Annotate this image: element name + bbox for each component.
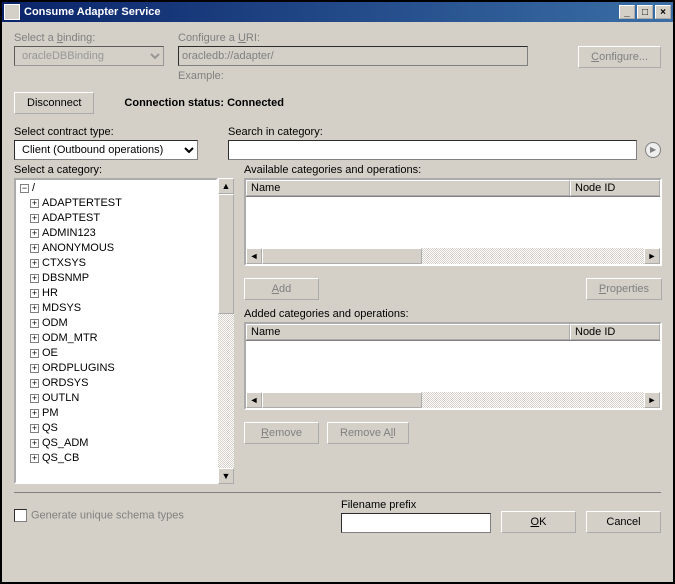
expand-icon[interactable]: +	[30, 304, 39, 313]
filename-input[interactable]	[341, 513, 491, 533]
expand-icon[interactable]: +	[30, 439, 39, 448]
expand-icon[interactable]: +	[30, 229, 39, 238]
configure-button[interactable]: Configure...	[578, 46, 661, 68]
tree-item[interactable]: +MDSYS	[30, 301, 216, 316]
expand-icon[interactable]: +	[30, 214, 39, 223]
added-col-name[interactable]: Name	[246, 324, 570, 340]
tree-item[interactable]: +OE	[30, 346, 216, 361]
expand-icon[interactable]: +	[30, 334, 39, 343]
tree-item[interactable]: +ORDPLUGINS	[30, 361, 216, 376]
expand-icon[interactable]: +	[30, 454, 39, 463]
schema-checkbox-label[interactable]: Generate unique schema types	[14, 509, 184, 522]
category-tree[interactable]: − / +ADAPTERTEST+ADAPTEST+ADMIN123+ANONY…	[14, 178, 218, 484]
remove-all-button[interactable]: Remove All	[327, 422, 409, 444]
collapse-icon[interactable]: −	[20, 184, 29, 193]
tree-item[interactable]: +ANONYMOUS	[30, 241, 216, 256]
tree-item[interactable]: +OUTLN	[30, 391, 216, 406]
uri-label: Configure a URI:	[178, 32, 564, 44]
contract-label: Select contract type:	[14, 126, 198, 138]
window-title: Consume Adapter Service	[24, 6, 617, 18]
example-label: Example:	[178, 70, 564, 82]
added-hscroll[interactable]: ◄ ►	[246, 392, 660, 408]
expand-icon[interactable]: +	[30, 244, 39, 253]
expand-icon[interactable]: +	[30, 289, 39, 298]
schema-checkbox[interactable]	[14, 509, 27, 522]
tree-item[interactable]: +ADMIN123	[30, 226, 216, 241]
expand-icon[interactable]: +	[30, 424, 39, 433]
tree-item[interactable]: +ODM	[30, 316, 216, 331]
disconnect-button[interactable]: Disconnect	[14, 92, 94, 114]
maximize-button[interactable]: □	[637, 5, 653, 19]
binding-select[interactable]: oracleDBBinding	[14, 46, 164, 66]
binding-label: Select a binding:	[14, 32, 164, 44]
remove-button[interactable]: Remove	[244, 422, 319, 444]
expand-icon[interactable]: +	[30, 379, 39, 388]
properties-button[interactable]: Properties	[586, 278, 662, 300]
tree-item[interactable]: +CTXSYS	[30, 256, 216, 271]
tree-root[interactable]: /	[32, 182, 35, 194]
added-col-id[interactable]: Node ID	[570, 324, 660, 340]
expand-icon[interactable]: +	[30, 274, 39, 283]
uri-input[interactable]	[178, 46, 528, 66]
added-list[interactable]: Name Node ID ◄ ►	[244, 322, 662, 410]
expand-icon[interactable]: +	[30, 364, 39, 373]
search-go-icon[interactable]	[645, 142, 661, 158]
available-list[interactable]: Name Node ID ◄ ►	[244, 178, 662, 266]
scroll-right-icon[interactable]: ►	[644, 392, 660, 408]
expand-icon[interactable]: +	[30, 259, 39, 268]
tree-item[interactable]: +QS_ADM	[30, 436, 216, 451]
search-input[interactable]	[228, 140, 637, 160]
contract-select[interactable]: Client (Outbound operations)	[14, 140, 198, 160]
expand-icon[interactable]: +	[30, 394, 39, 403]
minimize-button[interactable]: _	[619, 5, 635, 19]
available-col-name[interactable]: Name	[246, 180, 570, 196]
tree-vscroll[interactable]: ▲ ▼	[218, 178, 234, 484]
scroll-left-icon[interactable]: ◄	[246, 248, 262, 264]
expand-icon[interactable]: +	[30, 349, 39, 358]
category-label: Select a category:	[14, 164, 234, 176]
expand-icon[interactable]: +	[30, 319, 39, 328]
tree-item[interactable]: +ADAPTEST	[30, 211, 216, 226]
connection-status: Connection status: Connected	[124, 97, 284, 109]
tree-item[interactable]: +ADAPTERTEST	[30, 196, 216, 211]
scroll-down-icon[interactable]: ▼	[218, 468, 234, 484]
ok-button[interactable]: OK	[501, 511, 576, 533]
cancel-button[interactable]: Cancel	[586, 511, 661, 533]
tree-item[interactable]: +ODM_MTR	[30, 331, 216, 346]
filename-label: Filename prefix	[341, 499, 491, 511]
tree-item[interactable]: +PM	[30, 406, 216, 421]
add-button[interactable]: Add	[244, 278, 319, 300]
search-label: Search in category:	[228, 126, 661, 138]
tree-item[interactable]: +HR	[30, 286, 216, 301]
available-label: Available categories and operations:	[244, 164, 662, 176]
titlebar: Consume Adapter Service _ □ ×	[2, 2, 673, 22]
scroll-right-icon[interactable]: ►	[644, 248, 660, 264]
available-hscroll[interactable]: ◄ ►	[246, 248, 660, 264]
available-col-id[interactable]: Node ID	[570, 180, 660, 196]
tree-item[interactable]: +ORDSYS	[30, 376, 216, 391]
app-icon	[4, 4, 20, 20]
close-button[interactable]: ×	[655, 5, 671, 19]
tree-item[interactable]: +DBSNMP	[30, 271, 216, 286]
scroll-up-icon[interactable]: ▲	[218, 178, 234, 194]
added-label: Added categories and operations:	[244, 308, 662, 320]
tree-item[interactable]: +QS_CB	[30, 451, 216, 466]
scroll-left-icon[interactable]: ◄	[246, 392, 262, 408]
expand-icon[interactable]: +	[30, 409, 39, 418]
tree-item[interactable]: +QS	[30, 421, 216, 436]
expand-icon[interactable]: +	[30, 199, 39, 208]
